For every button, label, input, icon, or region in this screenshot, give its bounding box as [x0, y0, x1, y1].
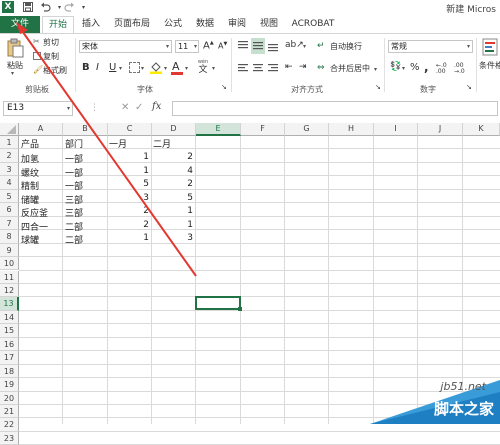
- row-header-23[interactable]: 23: [0, 431, 19, 445]
- annotation-arrow: [16, 22, 197, 277]
- row-gridline: [19, 430, 500, 432]
- watermark-site: jb51.net: [440, 380, 486, 393]
- watermark-name: 脚本之家: [433, 400, 494, 418]
- watermark: jb51.net 脚本之家: [370, 380, 500, 424]
